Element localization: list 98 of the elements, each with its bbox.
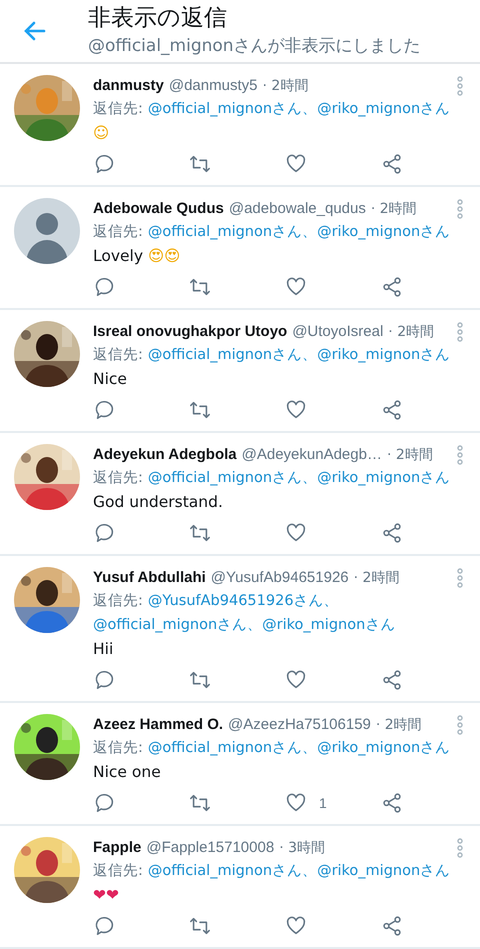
mention-link[interactable]: @official_mignonさん、 xyxy=(148,466,318,490)
mention-link[interactable]: @riko_mignonさん xyxy=(317,736,450,760)
user-name: Yusuf Abdullahi xyxy=(93,568,206,588)
heart-icon xyxy=(285,915,307,937)
mention-link[interactable]: @riko_mignonさん xyxy=(262,613,396,637)
reply-to-label: 返信先: xyxy=(93,739,143,758)
retweet-icon xyxy=(189,399,211,421)
post-time: · 2時間 xyxy=(386,446,433,465)
reply-to-label: 返信先: xyxy=(93,100,143,119)
post-time: · 2時間 xyxy=(388,323,434,342)
retweet-icon xyxy=(189,915,211,937)
mention-link[interactable]: さん、 xyxy=(217,613,262,637)
back-icon xyxy=(24,21,46,41)
retweet-icon xyxy=(189,276,211,298)
user-handle: @AzeezHa75106159 xyxy=(228,715,371,735)
reply-to-label: 返信先: xyxy=(93,592,143,611)
reply-icon xyxy=(93,399,115,421)
reply-tweet[interactable]: Yusuf Abdullahi @YusufAb94651926 · 2時間 返信先: @YusufAb94651926さん、 @official_mignonさん、@riko_mignonさん Hii xyxy=(0,556,480,703)
reply-icon xyxy=(93,915,115,937)
share-icon xyxy=(381,915,403,937)
user-name: danmusty xyxy=(93,76,164,96)
reply-to-label: 返信先: xyxy=(93,469,143,488)
more-icon xyxy=(456,445,464,465)
user-name: Fapple xyxy=(93,838,142,858)
share-icon xyxy=(381,522,403,544)
tweet-text: Nice one xyxy=(93,762,161,783)
heart-icon xyxy=(285,153,307,175)
retweet-icon xyxy=(189,153,211,175)
user-handle: @UtoyoIsreal xyxy=(292,322,384,342)
tweet-text: God understand. xyxy=(93,492,223,513)
share-icon xyxy=(381,669,403,691)
more-icon xyxy=(456,76,464,96)
reply-tweet[interactable]: Adebowale Qudus @adebowale_qudus · 2時間 返信先: @official_mignonさん、@riko_mignonさん Lovely 😍😍 xyxy=(0,187,480,310)
mention-link[interactable]: @riko_mignonさん xyxy=(317,343,450,367)
user-name: Azeez Hammed O. xyxy=(93,715,224,735)
reply-tweet[interactable]: danmusty @danmusty5 · 2時間 返信先: @official_mignonさん、@riko_mignonさん ☺ xyxy=(0,64,480,187)
share-icon xyxy=(381,153,403,175)
mention-link[interactable]: @official_mignonさん、 xyxy=(148,859,318,883)
mention-link[interactable]: @official_mignonさん、 xyxy=(148,97,318,121)
post-time: · 2時間 xyxy=(354,569,400,588)
post-time: · 2時間 xyxy=(370,200,417,219)
mention-link[interactable]: @riko_mignonさん xyxy=(317,859,450,883)
reply-tweet[interactable]: Isreal onovughakpor Utoyo @UtoyoIsreal · 2時間 返信先: @official_mignonさん、@riko_mignonさん Nice xyxy=(0,310,480,433)
share-icon xyxy=(381,276,403,298)
post-time: · 2時間 xyxy=(262,77,308,96)
retweet-icon xyxy=(189,669,211,691)
more-icon xyxy=(456,199,464,219)
mention-link[interactable]: @official_mignonさん、 xyxy=(148,343,318,367)
tweet-text: Hii xyxy=(93,639,114,660)
mention-link[interactable]: @official_mignonさん、 xyxy=(148,736,318,760)
reply-icon xyxy=(93,792,115,814)
emoji: ☺ xyxy=(93,123,110,144)
more-icon xyxy=(456,715,464,735)
post-time: · 2時間 xyxy=(376,716,422,735)
reply-to-label: 返信先: xyxy=(93,223,143,242)
reply-icon xyxy=(93,276,115,298)
emoji: 😍😍 xyxy=(148,246,180,267)
page-subtitle: @official_mignonさんが非表示にしました xyxy=(88,35,421,58)
user-handle: @Fapple15710008 xyxy=(146,838,274,858)
reply-icon xyxy=(93,669,115,691)
share-icon xyxy=(381,792,403,814)
emoji: ❤❤ xyxy=(93,885,119,906)
mention-link[interactable]: @riko_mignonさん xyxy=(317,220,450,244)
user-name: Adebowale Qudus xyxy=(93,199,224,219)
user-handle: @danmusty5 xyxy=(168,76,258,96)
page-title: 非表示の返信 xyxy=(88,4,228,33)
mention-link[interactable]: @riko_mignonさん xyxy=(317,97,450,121)
reply-tweet[interactable]: Adeyekun Adegbola @AdeyekunAdegb… · 2時間 返信先: @official_mignonさん、@riko_mignonさん God understand. xyxy=(0,433,480,556)
heart-icon xyxy=(285,276,307,298)
more-icon xyxy=(456,838,464,858)
tweet-text: Nice xyxy=(93,369,127,390)
heart-icon xyxy=(285,669,307,691)
reply-to-label: 返信先: xyxy=(93,346,143,365)
reply-icon xyxy=(93,522,115,544)
like-button[interactable]: 1 xyxy=(285,792,381,814)
more-icon xyxy=(456,568,464,588)
mention-link[interactable]: @YusufAb94651926さん、 xyxy=(148,589,339,613)
more-icon xyxy=(456,322,464,342)
share-icon xyxy=(381,399,403,421)
mention-link[interactable]: @riko_mignonさん xyxy=(317,466,450,490)
heart-icon xyxy=(285,522,307,544)
mention-link[interactable]: @official_mignonさん、 xyxy=(148,220,318,244)
tweet-text: Lovely xyxy=(93,246,144,267)
reply-tweet[interactable]: Azeez Hammed O. @AzeezHa75106159 · 2時間 返信先: @official_mignonさん、@riko_mignonさん Nice one 1 xyxy=(0,703,480,826)
reply-to-label: 返信先: xyxy=(93,862,143,881)
heart-icon xyxy=(285,399,307,421)
retweet-icon xyxy=(189,522,211,544)
reply-tweet[interactable]: Fapple @Fapple15710008 · 3時間 返信先: @official_mignonさん、@riko_mignonさん ❤❤ xyxy=(0,826,480,949)
user-name: Adeyekun Adegbola xyxy=(93,445,237,465)
heart-icon xyxy=(285,792,307,814)
mention-link[interactable]: @official_mignon xyxy=(93,613,218,637)
user-handle: @adebowale_qudus xyxy=(228,199,366,219)
user-name: Isreal onovughakpor Utoyo xyxy=(93,322,288,342)
reply-icon xyxy=(93,153,115,175)
retweet-icon xyxy=(189,792,211,814)
post-time: · 3時間 xyxy=(279,839,325,858)
user-handle: @AdeyekunAdegb… xyxy=(242,445,382,465)
user-handle: @YusufAb94651926 xyxy=(210,568,349,588)
